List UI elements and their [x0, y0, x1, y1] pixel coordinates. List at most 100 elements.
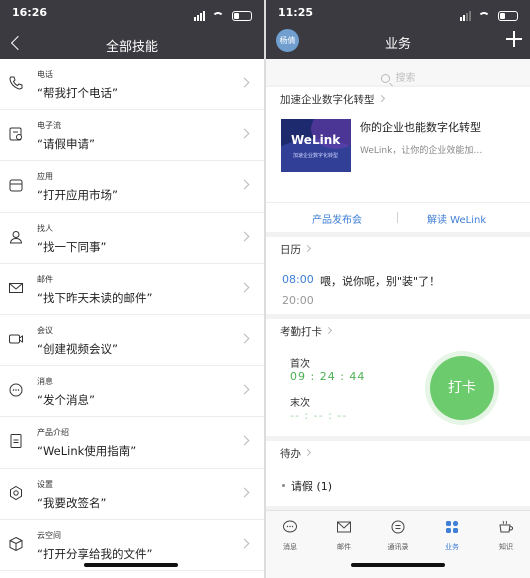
- skill-item-message[interactable]: 消息 “发个消息”: [0, 366, 264, 418]
- punch-in-button[interactable]: 打卡: [430, 356, 494, 420]
- attendance-card: 考勤打卡 首次 09 : 24 : 44 末次 -- : -- : -- 打卡: [266, 319, 530, 436]
- read-welink-link[interactable]: 解读 WeLink: [427, 211, 486, 226]
- last-punch-label: 末次: [290, 398, 310, 409]
- chevron-right-icon: [239, 538, 250, 549]
- skill-category: 产品介绍: [37, 428, 69, 438]
- signal-bar: [197, 15, 200, 21]
- chevron-right-icon: [239, 487, 250, 497]
- chevron-right-icon: [239, 282, 250, 293]
- tab-knowledge[interactable]: 知识: [486, 519, 526, 552]
- todo-item[interactable]: 请假 (1): [282, 478, 332, 494]
- tab-business[interactable]: 业务: [432, 519, 472, 552]
- skill-command: “找下昨天未读的邮件”: [37, 290, 153, 305]
- skill-list: 电话 “帮我打个电话” 电子流 “请假申请” 应用 “打开应用市场” 找人 “找…: [0, 59, 264, 571]
- skill-category: 消息: [37, 377, 53, 387]
- event-time: 08:00: [282, 273, 314, 286]
- skill-category: 电话: [37, 70, 53, 79]
- event-time-end: 20:00: [282, 294, 314, 307]
- person-icon: [9, 230, 23, 244]
- status-time: 16:26: [12, 6, 48, 19]
- skill-command: “我要改签名”: [37, 495, 107, 510]
- page-title: 业务: [384, 37, 411, 52]
- status-icons: [194, 8, 252, 21]
- search-bar[interactable]: 搜索: [266, 59, 530, 85]
- skill-item-product[interactable]: 产品介绍 “WeLink使用指南”: [0, 417, 264, 469]
- status-bar: 11:25: [278, 6, 518, 22]
- chevron-right-icon: [239, 77, 250, 88]
- wifi-icon: [212, 12, 225, 21]
- skill-command: “打开分享给我的文件”: [37, 546, 153, 561]
- first-punch-time: 09 : 24 : 44: [290, 370, 366, 383]
- chevron-right-icon: [239, 128, 250, 139]
- skill-command: “发个消息”: [37, 393, 95, 408]
- tab-messages[interactable]: 消息: [270, 519, 310, 552]
- chevron-right-icon: [303, 244, 312, 253]
- page-title: 全部技能: [105, 40, 158, 55]
- calendar-heading[interactable]: 日历: [280, 242, 312, 257]
- chevron-right-icon: [239, 231, 250, 242]
- skill-item-find-person[interactable]: 找人 “找一下同事”: [0, 213, 264, 264]
- search-icon: [380, 74, 390, 83]
- banner-subtitle: 加速企业数字化转型: [293, 153, 339, 159]
- skill-item-settings[interactable]: 设置 “我要改签名”: [0, 469, 264, 520]
- news-description: WeLink，让你的企业效能加…: [360, 146, 483, 156]
- message-icon: [9, 383, 23, 397]
- skill-item-app[interactable]: 应用 “打开应用市场”: [0, 161, 264, 213]
- skill-command: “打开应用市场”: [37, 188, 118, 203]
- tab-mail[interactable]: 邮件: [324, 519, 364, 552]
- skill-category: 会议: [37, 325, 53, 335]
- status-time: 11:25: [278, 6, 314, 19]
- battery-icon: [498, 11, 518, 21]
- wifi-icon: [478, 12, 491, 21]
- calendar-card[interactable]: 日历 08:00 喂，说你呢，别"装"了！ 20:00: [266, 237, 530, 314]
- chevron-right-icon: [239, 179, 250, 190]
- signal-icon: [460, 17, 463, 21]
- todo-heading-text: 待办: [280, 448, 301, 460]
- skill-item-phone[interactable]: 电话 “帮我打个电话”: [0, 59, 264, 111]
- tab-contacts[interactable]: 通讯录: [378, 519, 418, 552]
- mail-icon: [337, 521, 351, 533]
- chevron-right-icon: [239, 333, 250, 344]
- news-banner-image[interactable]: WeLink 加速企业数字化转型: [281, 119, 351, 172]
- attendance-heading[interactable]: 考勤打卡: [280, 324, 333, 339]
- tab-label: 邮件: [337, 543, 351, 551]
- cloud-space-icon: [9, 536, 23, 551]
- bullet: [282, 484, 285, 487]
- skill-item-e-flow[interactable]: 电子流 “请假申请”: [0, 110, 264, 162]
- news-card[interactable]: 加速企业数字化转型 WeLink 加速企业数字化转型 你的企业也能数字化转型 W…: [266, 87, 530, 232]
- link-separator: [397, 212, 398, 223]
- news-title[interactable]: 你的企业也能数字化转型: [360, 119, 481, 135]
- status-bar: 16:26: [12, 6, 252, 22]
- signal-bar: [200, 13, 203, 21]
- chat-bubble-icon: [283, 520, 297, 533]
- business-screen: 11:25 杨倩 业务 搜索 加速企业数字化转型 WeLink 加速企业数字化转…: [266, 0, 530, 578]
- skill-command: “创建视频会议”: [37, 341, 118, 356]
- settings-icon: [10, 485, 22, 500]
- tab-label: 消息: [283, 543, 297, 551]
- status-icons: [460, 8, 518, 21]
- event-title[interactable]: 喂，说你呢，别"装"了！: [320, 273, 440, 289]
- product-launch-link[interactable]: 产品发布会: [312, 211, 362, 226]
- video-icon: [9, 334, 23, 344]
- calendar-heading-text: 日历: [280, 244, 301, 256]
- skills-header: 16:26 全部技能: [0, 0, 264, 59]
- todo-heading[interactable]: 待办: [280, 446, 312, 461]
- e-flow-icon: [9, 127, 22, 141]
- chevron-right-icon: [239, 435, 250, 446]
- todo-item-label: 请假 (1): [291, 480, 333, 493]
- skill-category: 应用: [37, 172, 53, 182]
- tab-label: 业务: [445, 543, 459, 551]
- add-button[interactable]: [506, 31, 522, 47]
- skill-category: 电子流: [37, 121, 61, 131]
- news-heading-text: 加速企业数字化转型: [280, 94, 375, 106]
- grid-icon: [446, 520, 459, 533]
- skill-command: “帮我打个电话”: [37, 86, 118, 100]
- todo-card: 待办 请假 (1): [266, 441, 530, 506]
- home-indicator[interactable]: [84, 563, 178, 567]
- skill-item-meeting[interactable]: 会议 “创建视频会议”: [0, 315, 264, 367]
- chevron-right-icon: [377, 94, 385, 103]
- news-links: 产品发布会 解读 WeLink: [266, 202, 530, 232]
- home-indicator[interactable]: [351, 563, 445, 567]
- news-heading[interactable]: 加速企业数字化转型: [280, 92, 385, 107]
- skill-item-mail[interactable]: 邮件 “找下昨天未读的邮件”: [0, 264, 264, 315]
